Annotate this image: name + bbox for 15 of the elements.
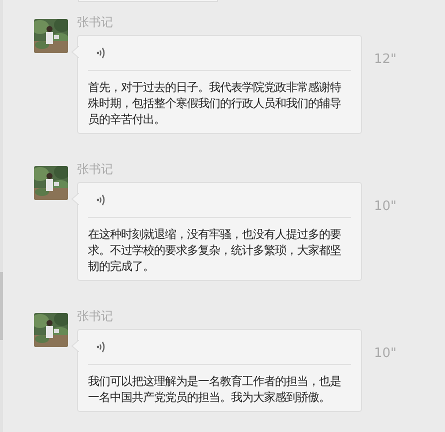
sender-name: 张书记 [77,309,114,324]
message-bubble[interactable]: 我们可以把这理解为是一名教育工作者的担当，也是一名中国共产党党员的担当。我为大家感到骄傲。 [77,329,362,412]
message-text: 首先，对于过去的日子。我代表学院党政非常感谢特殊时期，包括整个寒假我们的行政人员和我们的辅导员的辛苦付出。 [88,79,342,127]
message-bubble[interactable]: 在这种时刻就退缩，没有牢骚，也没有人提过多的要求。不过学校的要求多复杂，统计多繁琐，大家都坚韧的完成了。 [77,182,362,281]
voice-duration: 10" [374,346,397,361]
message-text: 我们可以把这理解为是一名教育工作者的担当，也是一名中国共产党党员的担当。我为大家感到骄傲。 [88,373,342,405]
message-text: 在这种时刻就退缩，没有牢骚，也没有人提过多的要求。不过学校的要求多复杂，统计多繁琐，大家都坚韧的完成了。 [88,226,342,274]
voice-duration: 12" [374,52,397,67]
message-bubble[interactable]: 首先，对于过去的日子。我代表学院党政非常感谢特殊时期，包括整个寒假我们的行政人员和我们的辅导员的辛苦付出。 [77,35,362,134]
sender-name: 张书记 [77,162,114,177]
voice-duration: 10" [374,199,397,214]
voice-icon[interactable] [96,193,106,207]
sender-name: 张书记 [77,15,114,30]
voice-icon[interactable] [96,340,106,354]
voice-icon[interactable] [96,46,106,60]
